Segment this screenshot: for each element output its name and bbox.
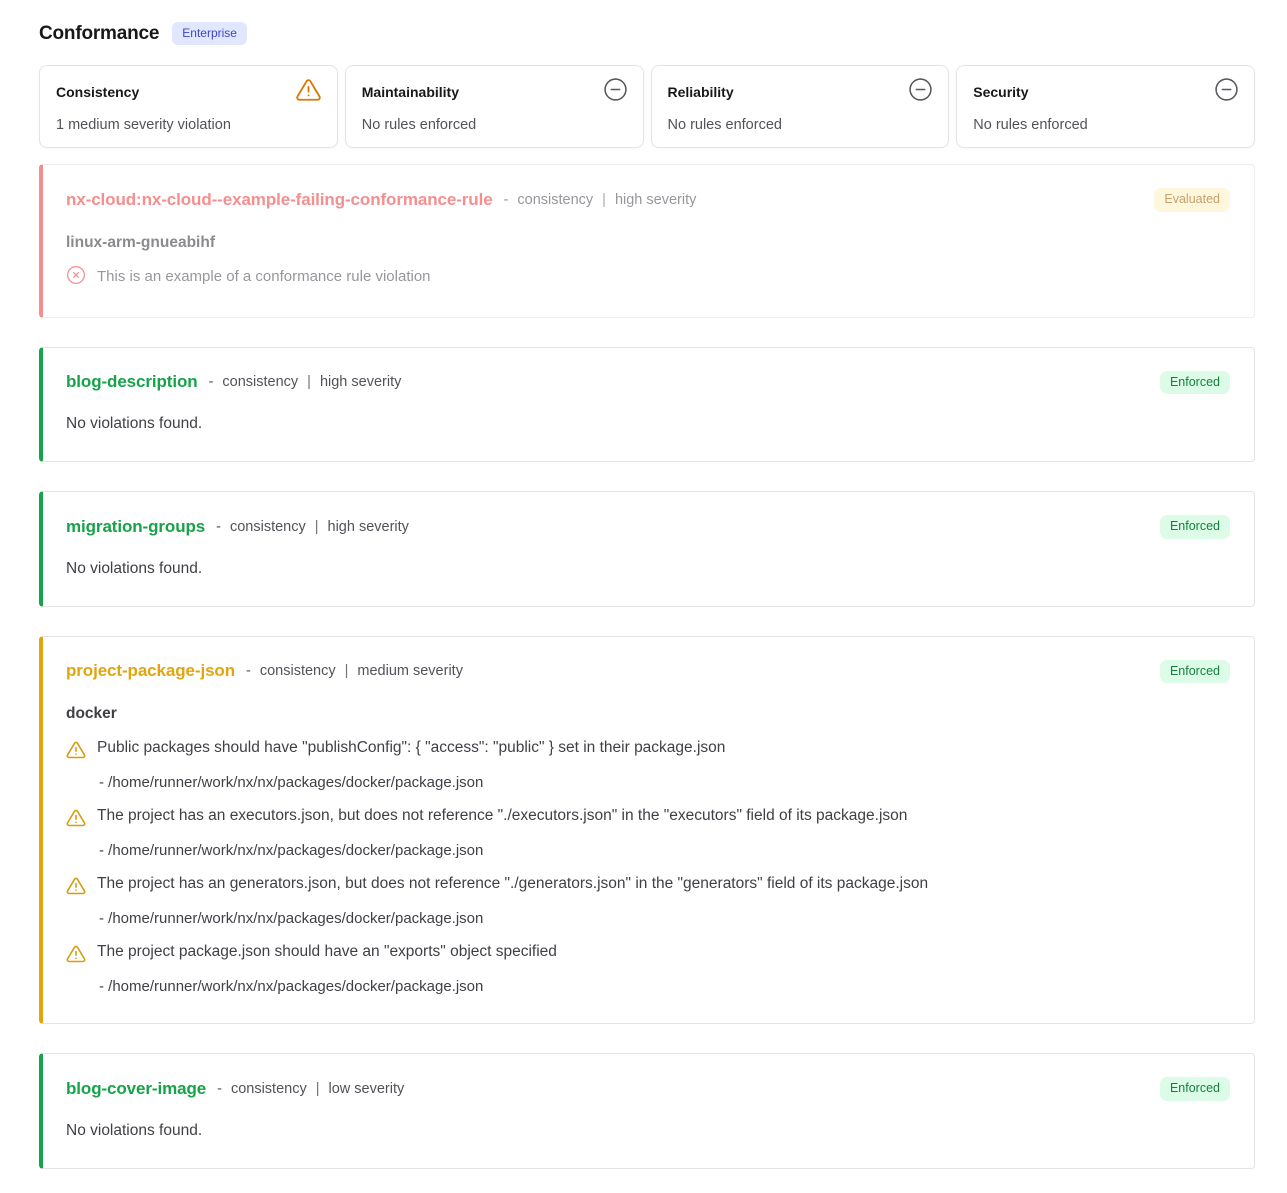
rule-category: consistency xyxy=(517,192,593,208)
summary-card-security: Security No rules enforced xyxy=(956,65,1255,148)
violation-path: - /home/runner/work/nx/nx/packages/docke… xyxy=(66,774,1230,791)
summary-card-status: No rules enforced xyxy=(668,117,934,133)
violation-message: The project package.json should have an … xyxy=(97,943,557,961)
rule-category: consistency xyxy=(222,374,298,390)
violation-message: Public packages should have "publishConf… xyxy=(97,739,725,757)
rule-severity: low severity xyxy=(329,1081,405,1097)
summary-card-status: No rules enforced xyxy=(973,117,1239,133)
violation-item: The project has an executors.json, but d… xyxy=(66,807,1230,859)
rules-list: nx-cloud:nx-cloud--example-failing-confo… xyxy=(39,164,1255,1169)
warning-triangle-icon xyxy=(66,807,86,833)
rule-category: consistency xyxy=(260,663,336,679)
summary-card-title: Security xyxy=(973,77,1028,100)
rule-severity: high severity xyxy=(328,519,409,535)
rule-card-blog-description: blog-description - consistency | high se… xyxy=(39,347,1255,463)
minus-circle-icon xyxy=(908,77,933,107)
summary-cards-row: Consistency 1 medium severity violation … xyxy=(39,65,1255,148)
rule-name-link[interactable]: migration-groups xyxy=(66,517,205,537)
violation-row: This is an example of a conformance rule… xyxy=(66,265,1230,289)
violation-item: The project has an generators.json, but … xyxy=(66,875,1230,927)
project-name: docker xyxy=(66,705,1230,723)
page-header: Conformance Enterprise xyxy=(39,22,1255,45)
violation-path: - /home/runner/work/nx/nx/packages/docke… xyxy=(66,842,1230,859)
conformance-page: Conformance Enterprise Consistency 1 med… xyxy=(0,0,1287,1169)
rule-category: consistency xyxy=(231,1081,307,1097)
rule-severity: high severity xyxy=(320,374,401,390)
summary-card-title: Consistency xyxy=(56,77,139,100)
violation-path: - /home/runner/work/nx/nx/packages/docke… xyxy=(66,978,1230,995)
violation-item: The project package.json should have an … xyxy=(66,943,1230,995)
no-violations-text: No violations found. xyxy=(66,1122,1230,1140)
warning-triangle-icon xyxy=(66,943,86,969)
rule-name-link[interactable]: blog-cover-image xyxy=(66,1079,206,1099)
rule-meta: - consistency | medium severity xyxy=(246,663,463,679)
enforced-badge: Enforced xyxy=(1160,1077,1230,1101)
enforced-badge: Enforced xyxy=(1160,371,1230,395)
x-circle-icon xyxy=(66,265,86,289)
no-violations-text: No violations found. xyxy=(66,560,1230,578)
enterprise-badge: Enterprise xyxy=(172,22,247,45)
summary-card-title: Reliability xyxy=(668,77,734,100)
page-title: Conformance xyxy=(39,23,159,45)
rule-name-link[interactable]: nx-cloud:nx-cloud--example-failing-confo… xyxy=(66,190,493,210)
rule-category: consistency xyxy=(230,519,306,535)
violation-item: Public packages should have "publishConf… xyxy=(66,739,1230,791)
rule-meta: - consistency | high severity xyxy=(504,192,697,208)
warning-triangle-icon xyxy=(66,875,86,901)
violation-message: This is an example of a conformance rule… xyxy=(97,268,431,285)
rule-meta: - consistency | high severity xyxy=(216,519,409,535)
evaluated-badge: Evaluated xyxy=(1154,188,1230,212)
enforced-badge: Enforced xyxy=(1160,515,1230,539)
summary-card-title: Maintainability xyxy=(362,77,459,100)
minus-circle-icon xyxy=(603,77,628,107)
rule-meta: - consistency | low severity xyxy=(217,1081,404,1097)
warning-triangle-icon xyxy=(295,77,322,108)
summary-card-status: No rules enforced xyxy=(362,117,628,133)
rule-name-link[interactable]: blog-description xyxy=(66,372,198,392)
violation-message: The project has an generators.json, but … xyxy=(97,875,928,893)
rule-card-migration-groups: migration-groups - consistency | high se… xyxy=(39,491,1255,607)
project-name: linux-arm-gnueabihf xyxy=(66,234,1230,252)
minus-circle-icon xyxy=(1214,77,1239,107)
rule-card-example-failing-conformance-rule: nx-cloud:nx-cloud--example-failing-confo… xyxy=(39,164,1255,318)
rule-severity: high severity xyxy=(615,192,696,208)
rule-card-blog-cover-image: blog-cover-image - consistency | low sev… xyxy=(39,1053,1255,1169)
violation-path: - /home/runner/work/nx/nx/packages/docke… xyxy=(66,910,1230,927)
summary-card-reliability: Reliability No rules enforced xyxy=(651,65,950,148)
no-violations-text: No violations found. xyxy=(66,415,1230,433)
summary-card-consistency: Consistency 1 medium severity violation xyxy=(39,65,338,148)
summary-card-status: 1 medium severity violation xyxy=(56,117,322,133)
rule-name-link[interactable]: project-package-json xyxy=(66,661,235,681)
violation-message: The project has an executors.json, but d… xyxy=(97,807,907,825)
summary-card-maintainability: Maintainability No rules enforced xyxy=(345,65,644,148)
rule-meta: - consistency | high severity xyxy=(209,374,402,390)
enforced-badge: Enforced xyxy=(1160,660,1230,684)
rule-card-project-package-json: project-package-json - consistency | med… xyxy=(39,636,1255,1025)
rule-severity: medium severity xyxy=(357,663,463,679)
warning-triangle-icon xyxy=(66,739,86,765)
